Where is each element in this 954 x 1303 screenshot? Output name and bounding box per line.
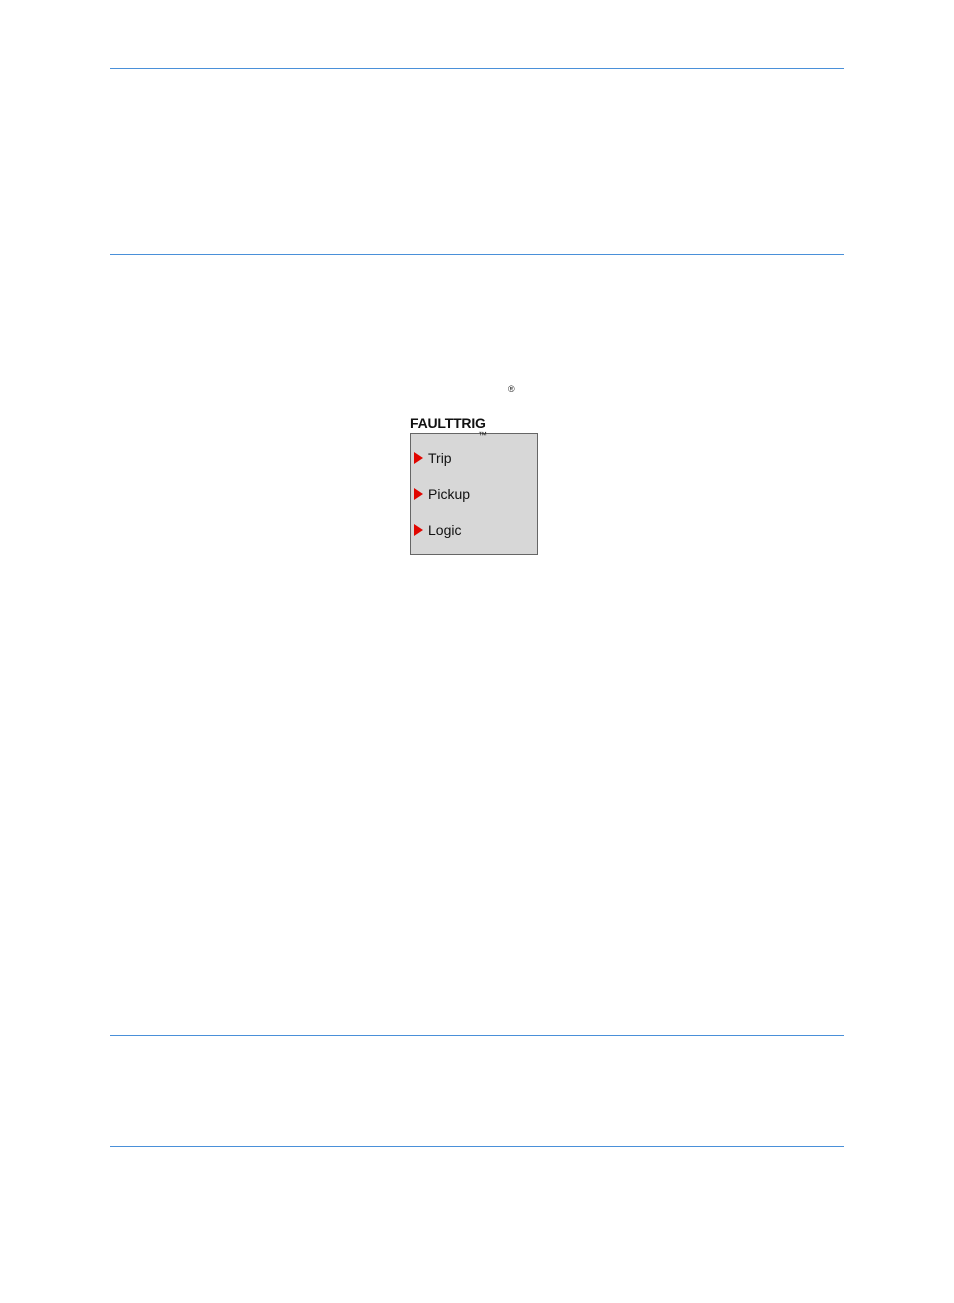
divider-rule <box>110 1146 844 1147</box>
fault-row: Pickup <box>411 476 537 512</box>
fault-row-label: Pickup <box>428 486 470 502</box>
triangle-icon <box>414 488 423 500</box>
fault-row: Trip <box>411 440 537 476</box>
fault-row: Logic <box>411 512 537 548</box>
divider-rule <box>110 1035 844 1036</box>
fault-block-title: FAULTTRIG <box>410 415 538 431</box>
triangle-icon <box>414 524 423 536</box>
fault-row-label: Trip <box>428 450 452 466</box>
divider-rule <box>110 254 844 255</box>
divider-rule <box>110 68 844 69</box>
triangle-icon <box>414 452 423 464</box>
fault-row-label: Logic <box>428 522 461 538</box>
fault-trigger-block: FAULTTRIG Trip Pickup Logic <box>410 415 538 555</box>
registered-mark: ® <box>508 384 515 394</box>
trademark-mark: ™ <box>478 430 487 440</box>
fault-block-body: Trip Pickup Logic <box>410 433 538 555</box>
